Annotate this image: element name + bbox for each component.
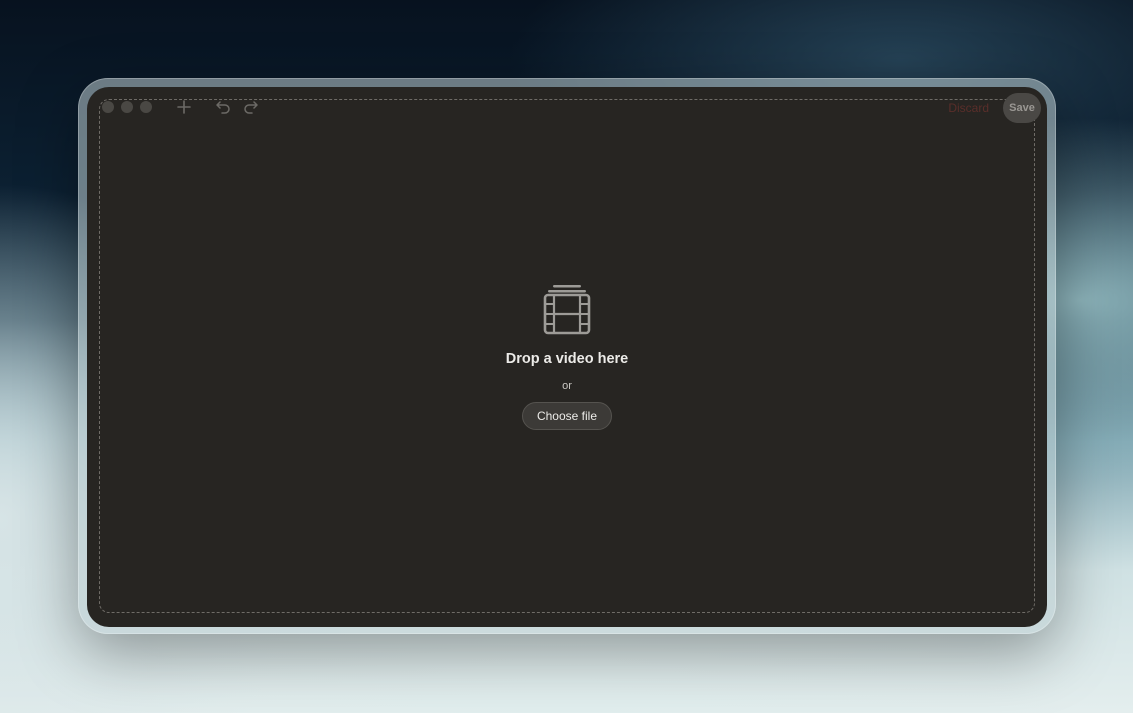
toolbar: Discard Save [87, 87, 1047, 129]
drop-title: Drop a video here [505, 351, 629, 367]
save-button[interactable]: Save [1003, 93, 1041, 123]
undo-icon[interactable] [213, 97, 233, 117]
plus-icon[interactable] [174, 97, 194, 117]
redo-icon[interactable] [241, 97, 261, 117]
or-separator: or [562, 380, 572, 392]
window-zoom-button[interactable] [140, 101, 152, 113]
window-close-button[interactable] [102, 101, 114, 113]
window-minimize-button[interactable] [121, 101, 133, 113]
film-strip-icon [542, 283, 592, 335]
choose-file-button[interactable]: Choose file [521, 402, 613, 430]
discard-button[interactable]: Discard [948, 101, 989, 115]
drop-prompt: Drop a video here or Choose file [87, 283, 1047, 430]
video-editor-window: Discard Save Drop a video here or Choose… [87, 87, 1047, 627]
